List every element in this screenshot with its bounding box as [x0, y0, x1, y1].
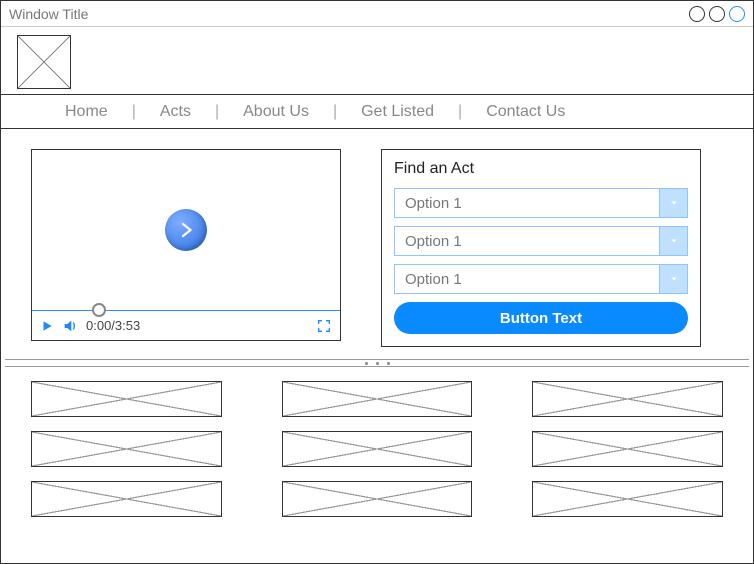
- find-select-2[interactable]: Option 1: [394, 226, 688, 256]
- window-control-2[interactable]: [709, 6, 725, 22]
- window-control-3[interactable]: [729, 6, 745, 22]
- find-select-1[interactable]: Option 1: [394, 188, 688, 218]
- video-canvas[interactable]: [32, 150, 340, 310]
- card-placeholder[interactable]: [282, 381, 473, 417]
- card-placeholder[interactable]: [532, 481, 723, 517]
- window-control-1[interactable]: [689, 6, 705, 22]
- nav-acts[interactable]: Acts: [136, 103, 215, 121]
- fullscreen-icon[interactable]: [316, 318, 332, 334]
- chevron-right-icon: [177, 221, 195, 239]
- card-placeholder[interactable]: [31, 481, 222, 517]
- card-placeholder[interactable]: [31, 431, 222, 467]
- titlebar: Window Title: [1, 1, 753, 27]
- video-controls: 0:00/3:53: [32, 310, 340, 340]
- card-placeholder[interactable]: [282, 481, 473, 517]
- video-time: 0:00/3:53: [86, 318, 140, 333]
- video-player: 0:00/3:53: [31, 149, 341, 341]
- nav-contact-us[interactable]: Contact Us: [462, 103, 589, 121]
- logo-placeholder: [17, 35, 71, 89]
- card-placeholder[interactable]: [532, 381, 723, 417]
- chevron-down-icon: [659, 189, 687, 217]
- nav-about-us[interactable]: About Us: [219, 103, 333, 121]
- chevron-down-icon: [659, 265, 687, 293]
- nav-get-listed[interactable]: Get Listed: [337, 103, 458, 121]
- card-placeholder[interactable]: [532, 431, 723, 467]
- play-icon[interactable]: [40, 319, 54, 333]
- app-window: Window Title Home | Acts | About Us | Ge…: [0, 0, 754, 564]
- splitter-handle[interactable]: [5, 359, 749, 367]
- window-title: Window Title: [9, 6, 88, 22]
- nav-home[interactable]: Home: [41, 103, 132, 121]
- header: [1, 27, 753, 95]
- find-submit-button[interactable]: Button Text: [394, 302, 688, 334]
- find-select-3-value: Option 1: [405, 271, 462, 288]
- content-row: 0:00/3:53 Find an Act Option 1 Option 1: [1, 129, 753, 359]
- find-select-3[interactable]: Option 1: [394, 264, 688, 294]
- find-select-1-value: Option 1: [405, 195, 462, 212]
- card-placeholder[interactable]: [31, 381, 222, 417]
- find-an-act-panel: Find an Act Option 1 Option 1 Option 1: [381, 149, 701, 347]
- play-button-big[interactable]: [165, 209, 207, 251]
- main-nav: Home | Acts | About Us | Get Listed | Co…: [1, 95, 753, 129]
- cards-grid: [1, 367, 753, 527]
- window-controls: [689, 6, 745, 22]
- find-title: Find an Act: [394, 160, 688, 178]
- find-select-2-value: Option 1: [405, 233, 462, 250]
- card-placeholder[interactable]: [282, 431, 473, 467]
- progress-bar[interactable]: [32, 310, 340, 312]
- progress-scrubber[interactable]: [92, 303, 106, 317]
- volume-icon[interactable]: [62, 318, 78, 334]
- chevron-down-icon: [659, 227, 687, 255]
